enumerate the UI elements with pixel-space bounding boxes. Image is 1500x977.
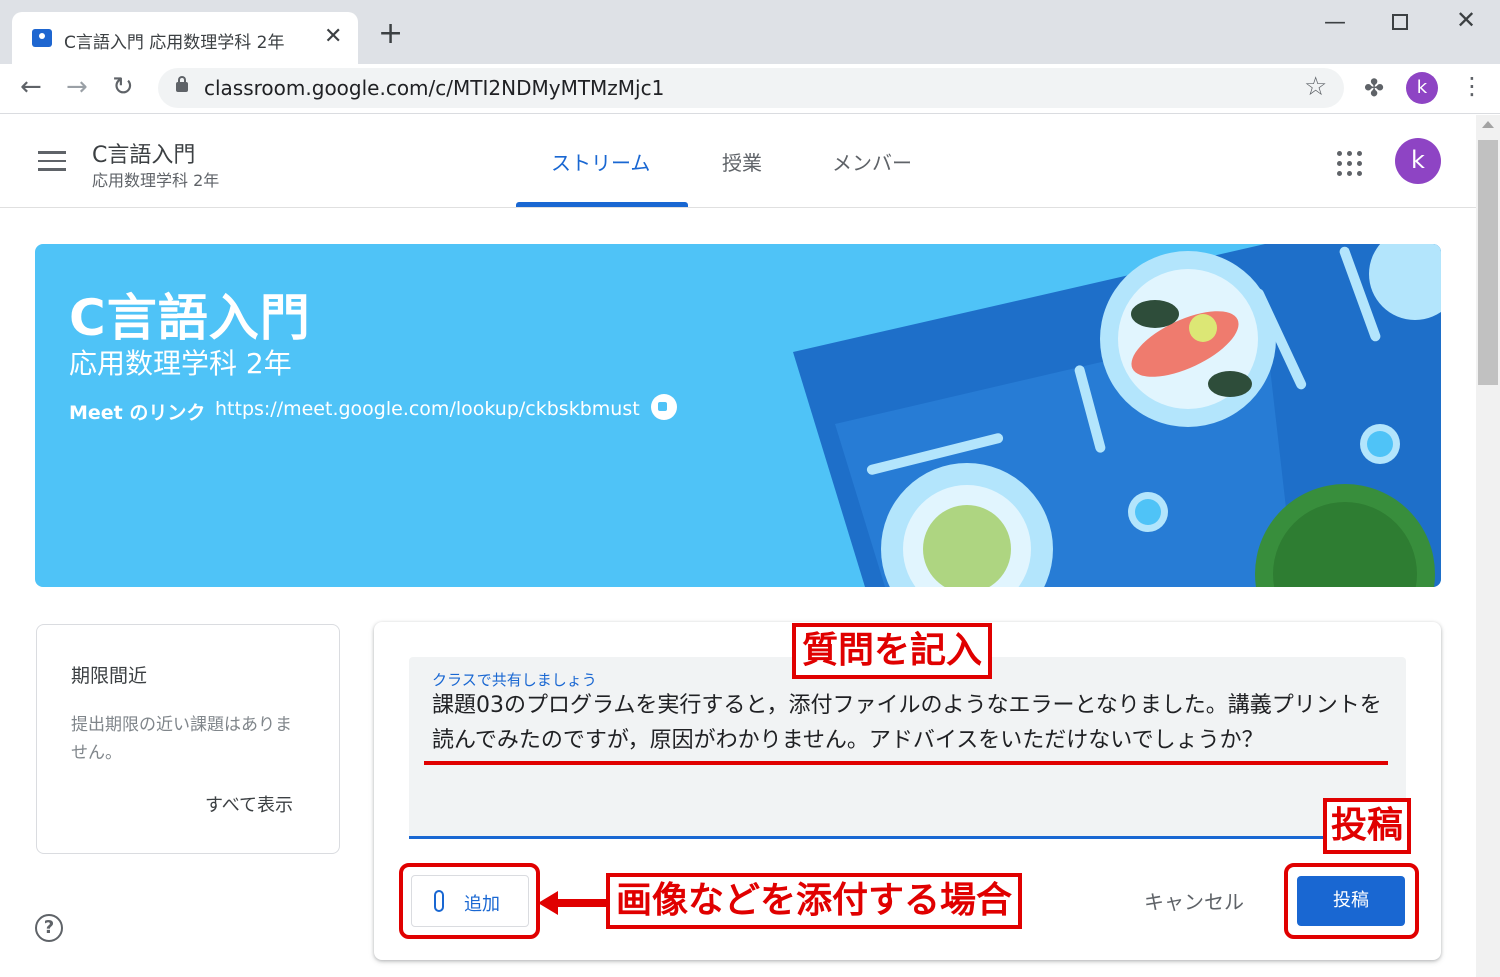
annotation-arrow-icon bbox=[538, 891, 610, 915]
scrollbar-thumb[interactable] bbox=[1478, 140, 1498, 385]
back-arrow-icon[interactable]: ← bbox=[20, 72, 42, 102]
forward-arrow-icon[interactable]: → bbox=[66, 72, 88, 102]
lock-icon bbox=[176, 76, 188, 92]
browser-tab[interactable]: C言語入門 応用数理学科 2年 ✕ bbox=[12, 12, 358, 64]
extensions-puzzle-icon[interactable]: ✤ bbox=[1364, 74, 1384, 102]
upcoming-title: 期限間近 bbox=[71, 665, 148, 687]
meet-link-label: Meet のリンク bbox=[69, 402, 206, 424]
annotation-post-frame bbox=[1284, 863, 1419, 939]
classroom-header: C言語入門 応用数理学科 2年 ストリーム 授業 メンバー k bbox=[0, 115, 1476, 208]
window-close-icon[interactable]: ✕ bbox=[1456, 6, 1476, 34]
banner-class-section: 応用数理学科 2年 bbox=[69, 347, 292, 380]
active-tab-indicator bbox=[516, 202, 688, 207]
header-class-name[interactable]: C言語入門 bbox=[92, 137, 195, 169]
bookmark-star-icon[interactable]: ☆ bbox=[1304, 72, 1327, 102]
user-avatar[interactable]: k bbox=[1395, 138, 1441, 184]
annotation-question-label: 質問を記入 bbox=[792, 623, 993, 679]
browser-menu-icon[interactable]: ⋮ bbox=[1460, 72, 1484, 100]
tab-close-icon[interactable]: ✕ bbox=[324, 24, 342, 49]
browser-toolbar: ← → ↻ classroom.google.com/c/MTI2NDMyMTM… bbox=[0, 64, 1500, 114]
tab-title: C言語入門 応用数理学科 2年 bbox=[64, 33, 285, 53]
page-scrollbar[interactable] bbox=[1476, 115, 1500, 977]
window-minimize-icon[interactable]: — bbox=[1324, 10, 1346, 35]
reload-icon[interactable]: ↻ bbox=[112, 72, 134, 102]
announcement-text[interactable]: 課題03のプログラムを実行すると，添付ファイルのようなエラーとなりました。講義プ… bbox=[432, 688, 1392, 758]
annotation-add-frame bbox=[399, 863, 540, 939]
textarea-label: クラスで共有しましょう bbox=[432, 671, 597, 689]
address-bar[interactable]: classroom.google.com/c/MTI2NDMyMTMzMjc1 … bbox=[158, 68, 1344, 108]
announcement-textarea[interactable]: クラスで共有しましょう 課題03のプログラムを実行すると，添付ファイルのようなエ… bbox=[409, 657, 1406, 839]
classroom-favicon-icon bbox=[32, 29, 52, 47]
hamburger-menu-icon[interactable] bbox=[38, 151, 66, 171]
apps-grid-icon[interactable] bbox=[1337, 151, 1363, 177]
scroll-up-arrow-icon[interactable] bbox=[1482, 121, 1494, 128]
tab-classwork[interactable]: 授業 bbox=[722, 147, 762, 176]
meet-video-icon[interactable] bbox=[651, 394, 677, 420]
new-tab-icon[interactable]: + bbox=[378, 19, 403, 49]
tab-stream[interactable]: ストリーム bbox=[551, 147, 650, 176]
window-maximize-icon[interactable] bbox=[1392, 14, 1408, 30]
browser-tab-bar: C言語入門 応用数理学科 2年 ✕ + — ✕ bbox=[0, 0, 1500, 64]
tab-people[interactable]: メンバー bbox=[832, 147, 912, 176]
banner-class-name[interactable]: C言語入門 bbox=[69, 278, 311, 350]
help-icon[interactable]: ? bbox=[35, 914, 63, 942]
class-banner: C言語入門 応用数理学科 2年 Meet のリンク https://meet.g… bbox=[35, 244, 1441, 587]
header-class-section: 応用数理学科 2年 bbox=[92, 171, 220, 190]
view-all-link[interactable]: すべて表示 bbox=[205, 791, 293, 817]
upcoming-empty-text: 提出期限の近い課題はありません。 bbox=[71, 715, 292, 763]
url-text[interactable]: classroom.google.com/c/MTI2NDMyMTMzMjc1 bbox=[204, 76, 664, 100]
cancel-button[interactable]: キャンセル bbox=[1144, 886, 1244, 915]
annotation-post-label: 投稿 bbox=[1323, 798, 1412, 854]
browser-profile-avatar[interactable]: k bbox=[1406, 72, 1438, 104]
annotation-attach-label: 画像などを添付する場合 bbox=[606, 873, 1023, 929]
meet-link-url[interactable]: https://meet.google.com/lookup/ckbskbmus… bbox=[215, 398, 640, 420]
annotation-text-underline bbox=[424, 761, 1388, 765]
upcoming-card: 期限間近 提出期限の近い課題はありません。 すべて表示 bbox=[36, 624, 340, 854]
